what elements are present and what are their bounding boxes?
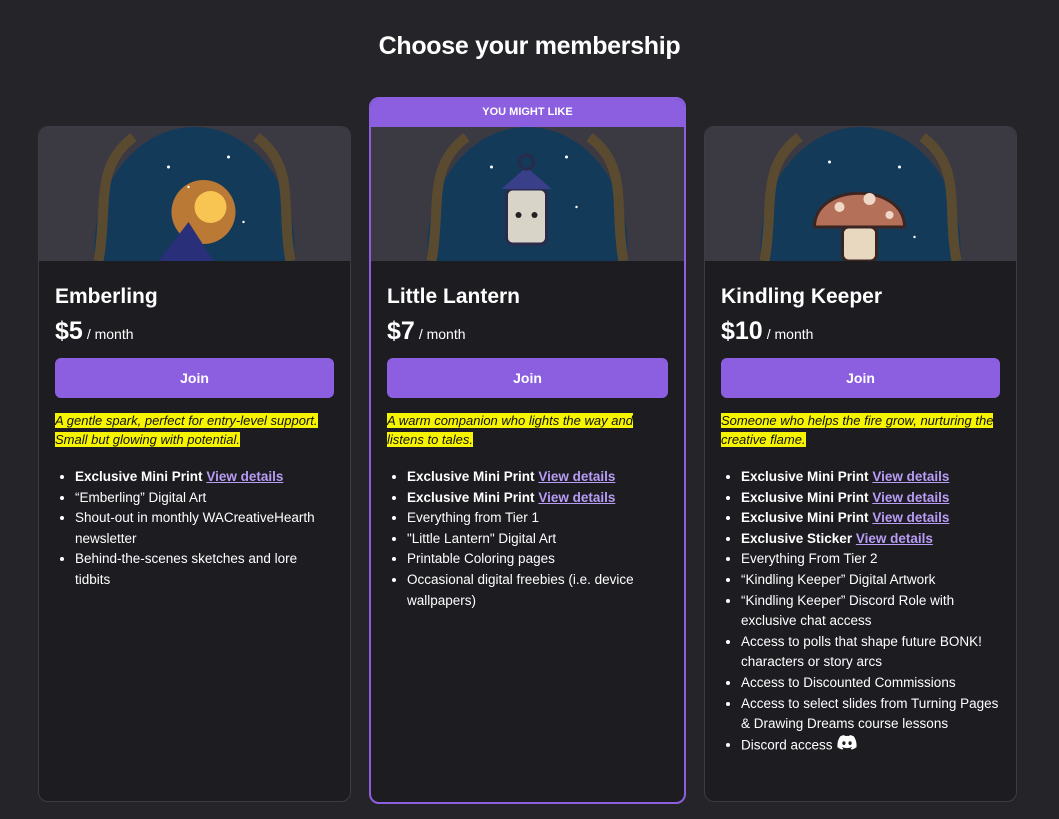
tier-artwork — [705, 127, 1016, 261]
discord-icon — [836, 734, 857, 757]
perk-item: Shout-out in monthly WACreativeHearth ne… — [75, 508, 334, 549]
perk-item: “Kindling Keeper” Digital Artwork — [741, 570, 1000, 591]
perk-item: Discord access — [741, 734, 1000, 757]
perk-list: Exclusive Mini Print View details Exclus… — [387, 467, 668, 611]
tier-name: Kindling Keeper — [721, 285, 883, 308]
featured-badge: YOU MIGHT LIKE — [371, 99, 684, 127]
perk-item: “Kindling Keeper” Discord Role with excl… — [741, 591, 1000, 632]
tier-card-emberling: Emberling $5/ month Join A gentle spark,… — [38, 126, 351, 802]
tier-description: A warm companion who lights the way and … — [387, 413, 633, 447]
perk-item: Exclusive Mini Print View details — [741, 508, 1000, 529]
perk-item: Printable Coloring pages — [407, 549, 668, 570]
view-details-link[interactable]: View details — [872, 469, 949, 484]
view-details-link[interactable]: View details — [538, 490, 615, 505]
tier-price: $7 — [387, 317, 415, 345]
perk-item: Exclusive Mini Print View details — [407, 467, 668, 488]
tier-name: Emberling — [55, 285, 158, 308]
tier-name: Little Lantern — [387, 285, 521, 308]
view-details-link[interactable]: View details — [856, 531, 933, 546]
tier-price: $10 — [721, 317, 763, 345]
view-details-link[interactable]: View details — [872, 510, 949, 525]
tier-card-little-lantern: YOU MIGHT LIKE Little Lantern $7/ month … — [369, 97, 686, 804]
tier-period: / month — [766, 326, 814, 342]
tier-artwork — [371, 127, 684, 261]
join-button[interactable]: Join — [721, 358, 1000, 398]
join-button[interactable]: Join — [387, 358, 668, 398]
little-lantern-art-image — [426, 127, 628, 261]
kindling-keeper-art-image — [759, 127, 961, 261]
perk-item: Access to Discounted Commissions — [741, 673, 1000, 694]
perk-item: “Emberling” Digital Art — [75, 488, 334, 509]
perk-item: Exclusive Mini Print View details — [741, 488, 1000, 509]
perk-item: Exclusive Sticker View details — [741, 529, 1000, 550]
page-title: Choose your membership — [378, 32, 681, 60]
perk-item: Exclusive Mini Print View details — [741, 467, 1000, 488]
emberling-art-image — [93, 127, 295, 261]
join-button[interactable]: Join — [55, 358, 334, 398]
perk-item: Access to polls that shape future BONK! … — [741, 632, 1000, 673]
view-details-link[interactable]: View details — [872, 490, 949, 505]
perk-item: Everything From Tier 2 — [741, 549, 1000, 570]
perk-list: Exclusive Mini Print View details “Ember… — [55, 467, 334, 591]
perk-item: "Little Lantern" Digital Art — [407, 529, 668, 550]
perk-item: Behind-the-scenes sketches and lore tidb… — [75, 549, 334, 590]
tier-card-kindling-keeper: Kindling Keeper $10/ month Join Someone … — [704, 126, 1017, 802]
perk-list: Exclusive Mini Print View details Exclus… — [721, 467, 1000, 756]
tier-period: / month — [418, 326, 466, 342]
perk-item: Exclusive Mini Print View details — [407, 488, 668, 509]
view-details-link[interactable]: View details — [206, 469, 283, 484]
tier-description: Someone who helps the fire grow, nurturi… — [721, 413, 994, 447]
tier-artwork — [39, 127, 350, 261]
tier-period: / month — [86, 326, 134, 342]
perk-item: Everything from Tier 1 — [407, 508, 668, 529]
perk-item: Occasional digital freebies (i.e. device… — [407, 570, 668, 611]
perk-item: Access to select slides from Turning Pag… — [741, 694, 1000, 735]
view-details-link[interactable]: View details — [538, 469, 615, 484]
tier-description: A gentle spark, perfect for entry-level … — [55, 413, 318, 447]
perk-item: Exclusive Mini Print View details — [75, 467, 334, 488]
tier-price: $5 — [55, 317, 83, 345]
